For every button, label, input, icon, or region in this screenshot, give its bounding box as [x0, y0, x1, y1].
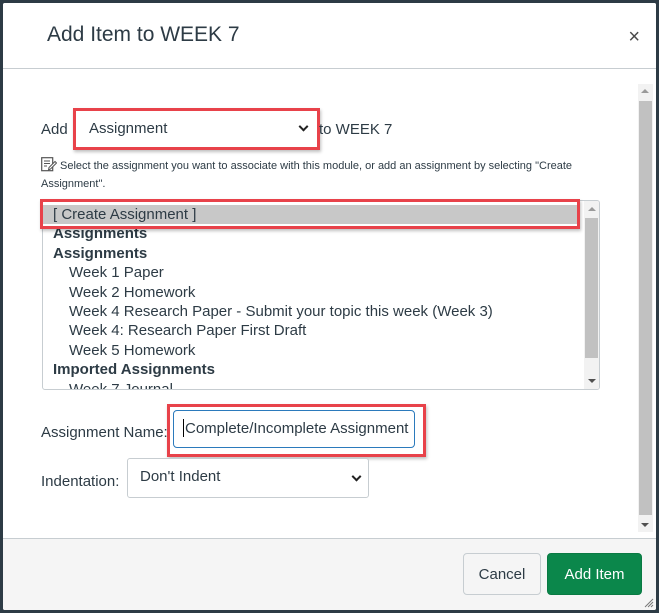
- assignment-name-label: Assignment Name:: [41, 424, 168, 441]
- scroll-down-arrow-icon[interactable]: [588, 379, 596, 383]
- list-option[interactable]: Week 4: Research Paper First Draft: [43, 321, 599, 340]
- list-group: Imported Assignments: [53, 361, 215, 379]
- add-item-dialog: Add Item to WEEK 7 × Add Assignment to W…: [3, 3, 656, 610]
- text-caret: [183, 419, 184, 437]
- indentation-value: Don't Indent: [140, 468, 221, 485]
- chevron-down-icon: [351, 471, 362, 482]
- scroll-thumb[interactable]: [639, 101, 652, 515]
- item-type-value: Assignment: [89, 119, 168, 137]
- cancel-button[interactable]: Cancel: [463, 553, 541, 595]
- add-label: Add: [41, 121, 68, 138]
- assignment-name-input[interactable]: Complete/Incomplete Assignment: [173, 410, 415, 448]
- dialog-scrollbar[interactable]: [638, 84, 653, 532]
- item-type-select[interactable]: Assignment: [76, 111, 316, 145]
- list-option-create-assignment[interactable]: [ Create Assignment ]: [43, 205, 579, 225]
- hint-text-block: Select the assignment you want to associ…: [41, 157, 601, 193]
- close-icon[interactable]: ×: [628, 27, 640, 47]
- dialog-footer: Cancel Add Item: [3, 538, 656, 610]
- dialog-body: Add Assignment to WEEK 7 Select the assi…: [3, 70, 656, 539]
- list-option[interactable]: Week 7 Journal: [43, 380, 599, 389]
- assignment-listbox[interactable]: [ Create Assignment ] Assignments Assign…: [42, 200, 600, 390]
- to-week-label: to WEEK 7: [319, 121, 393, 138]
- list-option[interactable]: Week 1 Paper: [43, 263, 599, 282]
- listbox-scrollbar[interactable]: [584, 201, 599, 389]
- list-option[interactable]: Week 4 Research Paper - Submit your topi…: [43, 302, 599, 321]
- list-option[interactable]: Week 5 Homework: [43, 341, 599, 360]
- scroll-up-arrow-icon[interactable]: [588, 207, 596, 211]
- scroll-down-arrow-icon[interactable]: [641, 523, 649, 527]
- indentation-select[interactable]: Don't Indent: [127, 458, 369, 498]
- dialog-title: Add Item to WEEK 7: [47, 23, 240, 46]
- resize-handle-icon[interactable]: [642, 596, 654, 608]
- scroll-up-arrow-icon[interactable]: [641, 89, 649, 93]
- hint-text: Select the assignment you want to associ…: [41, 160, 573, 190]
- scroll-thumb[interactable]: [585, 218, 598, 358]
- add-item-button[interactable]: Add Item: [547, 553, 642, 595]
- dialog-header: Add Item to WEEK 7 ×: [3, 3, 656, 69]
- list-group: Assignments: [53, 244, 148, 262]
- chevron-down-icon: [298, 121, 309, 132]
- list-group: Assignments: [53, 225, 148, 243]
- list-option[interactable]: Week 2 Homework: [43, 283, 599, 302]
- indentation-label: Indentation:: [41, 473, 120, 490]
- edit-document-icon: [41, 157, 57, 172]
- assignment-name-value: Complete/Incomplete Assignment: [185, 420, 409, 437]
